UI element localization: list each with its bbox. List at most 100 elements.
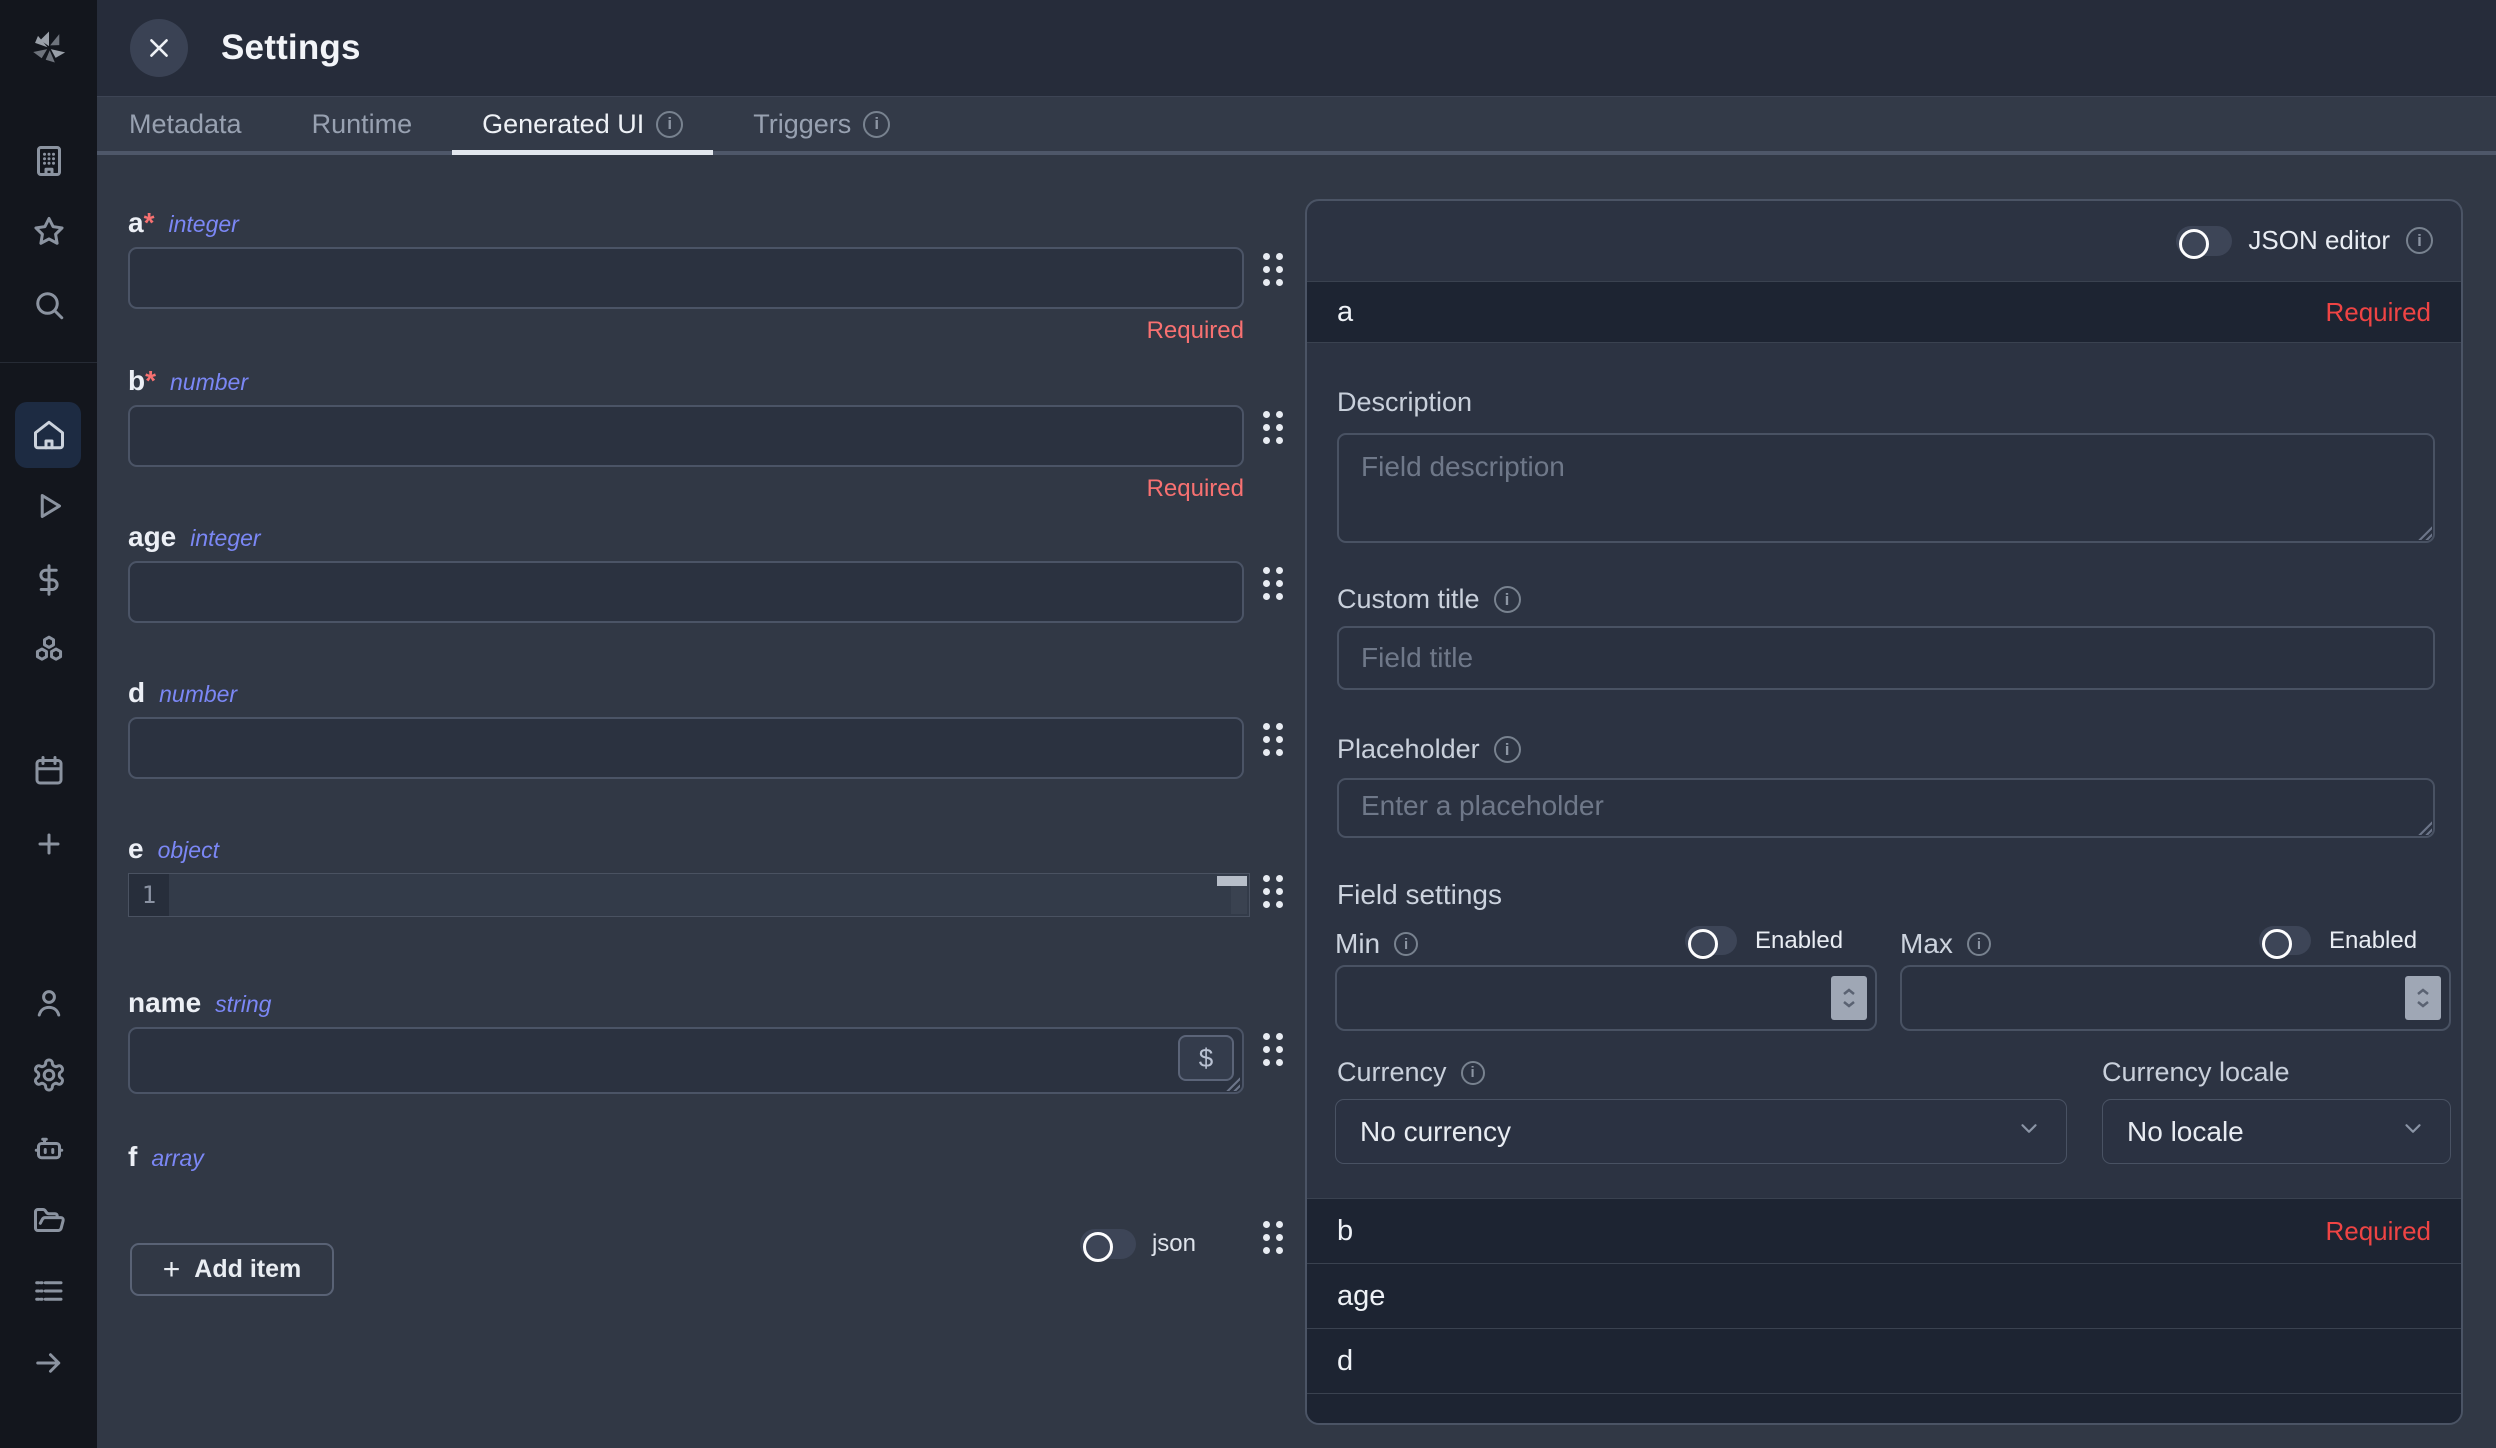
sidebar-item-runs[interactable] <box>0 473 97 539</box>
field-type: number <box>159 681 237 708</box>
currency-select[interactable]: No currency <box>1335 1099 2067 1164</box>
json-editor-toggle[interactable] <box>2176 226 2232 256</box>
max-enabled-toggle[interactable] <box>2259 926 2311 955</box>
section-header-age[interactable]: age <box>1307 1263 2461 1328</box>
close-button[interactable] <box>130 19 188 77</box>
info-icon[interactable]: i <box>1967 932 1991 956</box>
section-header-a[interactable]: a Required <box>1307 281 2461 343</box>
drag-handle-icon[interactable] <box>1263 1221 1284 1255</box>
placeholder-label: Placeholderi <box>1337 734 1521 765</box>
field-name: f <box>128 1141 137 1173</box>
tab-runtime[interactable]: Runtime <box>282 97 443 151</box>
field-a-input[interactable] <box>128 247 1244 309</box>
field-age-input[interactable] <box>128 561 1244 623</box>
sidebar-item-folders[interactable] <box>0 1187 97 1253</box>
number-spinner[interactable] <box>2405 976 2441 1020</box>
drag-handle-icon[interactable] <box>1263 875 1284 909</box>
sidebar-item-variables[interactable] <box>0 547 97 613</box>
max-input-wrap <box>1900 965 2451 1031</box>
section-header-b[interactable]: b Required <box>1307 1198 2461 1263</box>
info-icon[interactable]: i <box>1494 586 1521 613</box>
info-icon[interactable]: i <box>1394 932 1418 956</box>
sidebar-item-search[interactable] <box>0 272 97 338</box>
json-editor-label: JSON editor <box>2248 225 2390 256</box>
currency-label: Currencyi <box>1337 1057 1485 1088</box>
field-d: d number <box>128 677 1244 779</box>
tab-triggers[interactable]: Triggersi <box>723 97 920 151</box>
sidebar-item-ai[interactable] <box>0 1115 97 1181</box>
field-e: e object 1 <box>128 833 1244 917</box>
sidebar-item-favorites[interactable] <box>0 199 97 265</box>
required-badge: Required <box>2325 1216 2431 1247</box>
currency-locale-select[interactable]: No locale <box>2102 1099 2451 1164</box>
field-type: string <box>215 991 271 1018</box>
tab-metadata[interactable]: Metadata <box>99 97 272 151</box>
field-type: array <box>151 1145 203 1172</box>
field-b-input[interactable] <box>128 405 1244 467</box>
variable-picker-button[interactable]: $ <box>1178 1035 1234 1081</box>
field-name-string: name string $ <box>128 987 1244 1099</box>
section-header-partial[interactable] <box>1307 1393 2461 1425</box>
field-name: d <box>128 677 145 709</box>
sidebar-item-schedules[interactable] <box>0 738 97 804</box>
info-icon[interactable]: i <box>656 111 683 138</box>
currency-locale-label: Currency locale <box>2102 1057 2290 1088</box>
required-asterisk: * <box>145 365 156 397</box>
sidebar-item-logs[interactable] <box>0 1258 97 1324</box>
min-label: Mini <box>1335 928 1418 960</box>
drag-handle-icon[interactable] <box>1263 411 1284 445</box>
field-name-input[interactable] <box>128 1027 1244 1094</box>
placeholder-input[interactable] <box>1337 778 2435 838</box>
tab-generated-ui[interactable]: Generated UIi <box>452 97 713 151</box>
required-note: Required <box>128 317 1244 345</box>
sidebar-divider <box>0 362 97 363</box>
object-json-editor[interactable]: 1 <box>128 873 1250 917</box>
plus-icon: + <box>163 1253 181 1287</box>
sidebar-item-users[interactable] <box>0 970 97 1036</box>
field-f: f array json + Add item <box>128 1141 1244 1311</box>
page-title: Settings <box>221 28 361 68</box>
number-spinner[interactable] <box>1831 976 1867 1020</box>
windmill-logo-icon[interactable] <box>0 15 97 81</box>
field-inspector-card: JSON editor i a Required Description Cus… <box>1305 199 2463 1425</box>
sidebar <box>0 0 97 1448</box>
info-icon[interactable]: i <box>1494 736 1521 763</box>
min-enabled-toggle[interactable] <box>1685 926 1737 955</box>
sidebar-item-settings[interactable] <box>0 1042 97 1108</box>
field-a: a* integer Required <box>128 207 1244 345</box>
custom-title-input[interactable] <box>1337 626 2435 690</box>
description-input[interactable] <box>1337 433 2435 543</box>
info-icon[interactable]: i <box>863 111 890 138</box>
json-toggle[interactable] <box>1080 1229 1136 1259</box>
drag-handle-icon[interactable] <box>1263 723 1284 757</box>
drag-handle-icon[interactable] <box>1263 253 1284 287</box>
json-toggle-label: json <box>1152 1230 1196 1258</box>
field-type: integer <box>168 211 238 238</box>
description-label: Description <box>1337 387 1472 418</box>
drag-handle-icon[interactable] <box>1263 1033 1284 1067</box>
field-type: integer <box>190 525 260 552</box>
editor-scrollbar-thumb[interactable] <box>1217 876 1247 886</box>
field-b: b* number Required <box>128 365 1244 503</box>
required-badge: Required <box>2325 297 2431 328</box>
chevron-down-icon <box>2400 1115 2426 1148</box>
section-header-d[interactable]: d <box>1307 1328 2461 1393</box>
drag-handle-icon[interactable] <box>1263 567 1284 601</box>
sidebar-item-add[interactable] <box>0 811 97 877</box>
tab-bar: Metadata Runtime Generated UIi Triggersi <box>97 96 2496 155</box>
min-input[interactable] <box>1335 965 1877 1031</box>
add-item-button[interactable]: + Add item <box>130 1243 334 1296</box>
required-asterisk: * <box>144 207 155 239</box>
header: Settings <box>97 0 2496 96</box>
field-type: object <box>158 837 219 864</box>
info-icon[interactable]: i <box>2406 227 2433 254</box>
field-settings-label: Field settings <box>1337 879 1502 911</box>
field-d-input[interactable] <box>128 717 1244 779</box>
generated-ui-panel: a* integer Required b* number Re <box>97 159 2496 1448</box>
sidebar-item-home[interactable] <box>0 402 97 468</box>
sidebar-item-workspace[interactable] <box>0 128 97 194</box>
sidebar-expand-arrow[interactable] <box>0 1330 97 1396</box>
max-input[interactable] <box>1900 965 2451 1031</box>
sidebar-item-resources[interactable] <box>0 618 97 684</box>
info-icon[interactable]: i <box>1461 1061 1485 1085</box>
